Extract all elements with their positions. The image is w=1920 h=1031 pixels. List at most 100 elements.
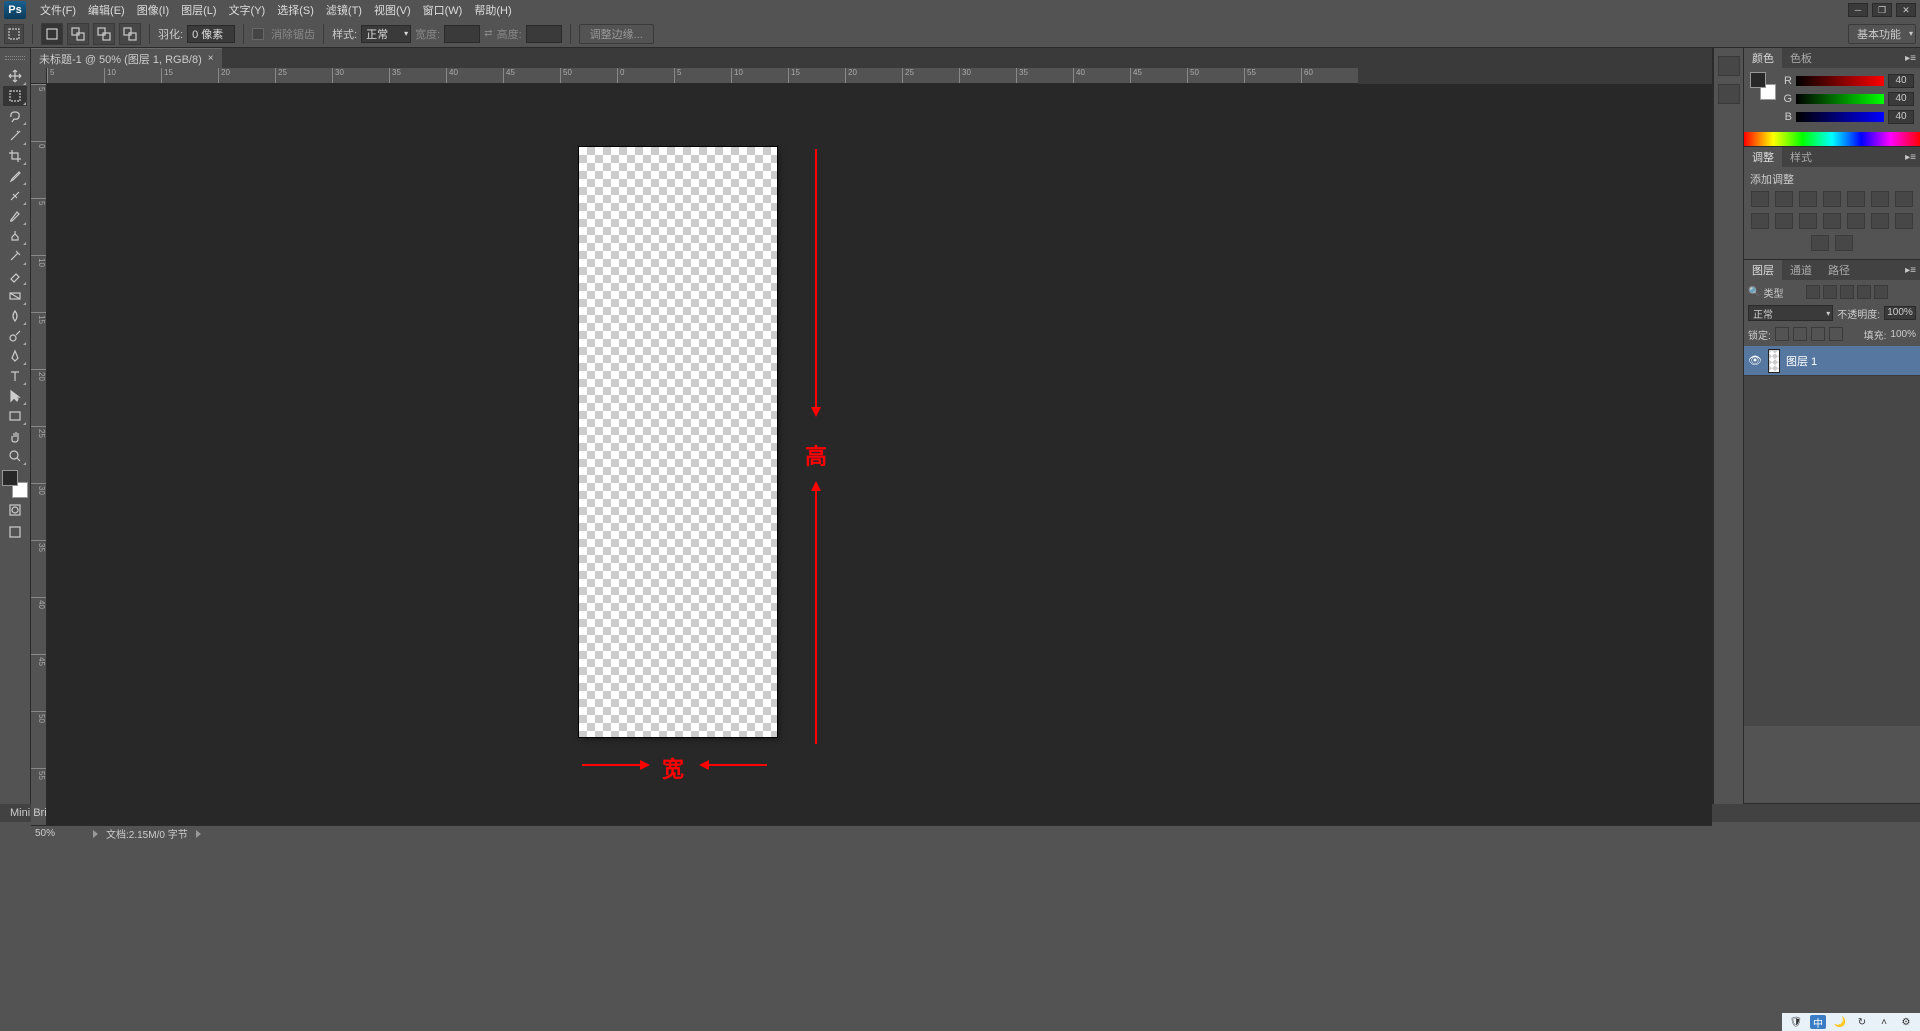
- tray-shield-icon[interactable]: 🛡: [1788, 1015, 1804, 1029]
- clone-stamp-tool[interactable]: [3, 226, 27, 246]
- move-tool[interactable]: [3, 66, 27, 86]
- layer-thumbnail[interactable]: [1768, 349, 1780, 373]
- adj-exposure-icon[interactable]: [1823, 191, 1841, 207]
- close-tab-icon[interactable]: ×: [208, 53, 214, 64]
- r-slider[interactable]: [1796, 76, 1884, 86]
- adj-bw-icon[interactable]: [1751, 213, 1769, 229]
- zoom-level[interactable]: 50%: [35, 828, 85, 839]
- menu-window[interactable]: 窗口(W): [417, 0, 469, 20]
- filter-pixel-icon[interactable]: [1806, 285, 1820, 299]
- horizontal-ruler[interactable]: 5101520253035404550051015202530354045505…: [47, 68, 1358, 84]
- adj-colorbalance-icon[interactable]: [1895, 191, 1913, 207]
- tray-chevron-icon[interactable]: ˄: [1876, 1015, 1892, 1029]
- canvas-viewport[interactable]: 高 宽: [47, 84, 1712, 825]
- tab-layers[interactable]: 图层: [1744, 260, 1782, 280]
- tab-color[interactable]: 颜色: [1744, 48, 1782, 68]
- style-dropdown[interactable]: 正常: [361, 25, 411, 43]
- lock-pixels-icon[interactable]: [1775, 327, 1789, 341]
- tab-styles[interactable]: 样式: [1782, 147, 1820, 167]
- quickmask-icon[interactable]: [3, 500, 27, 520]
- blur-tool[interactable]: [3, 306, 27, 326]
- adj-hue-icon[interactable]: [1871, 191, 1889, 207]
- rect-marquee-tool[interactable]: [3, 86, 27, 106]
- adj-threshold-icon[interactable]: [1895, 213, 1913, 229]
- path-selection-tool[interactable]: [3, 386, 27, 406]
- adj-gradientmap-icon[interactable]: [1811, 235, 1829, 251]
- adj-levels-icon[interactable]: [1775, 191, 1793, 207]
- close-button[interactable]: ✕: [1896, 3, 1916, 17]
- eyedropper-tool[interactable]: [3, 166, 27, 186]
- dodge-tool[interactable]: [3, 326, 27, 346]
- selection-add-icon[interactable]: [67, 23, 89, 45]
- g-slider[interactable]: [1796, 94, 1884, 104]
- panel-menu-icon[interactable]: ▸≡: [1901, 53, 1920, 64]
- visibility-icon[interactable]: 👁: [1748, 354, 1762, 367]
- tool-preset-icon[interactable]: [4, 24, 24, 44]
- workspace-selector[interactable]: 基本功能: [1848, 24, 1916, 44]
- hand-tool[interactable]: [3, 426, 27, 446]
- pen-tool[interactable]: [3, 346, 27, 366]
- opacity-value[interactable]: 100%: [1884, 306, 1916, 320]
- adj-curves-icon[interactable]: [1799, 191, 1817, 207]
- panel-grip[interactable]: [3, 54, 28, 62]
- adj-photofilter-icon[interactable]: [1775, 213, 1793, 229]
- filter-shape-icon[interactable]: [1857, 285, 1871, 299]
- menu-edit[interactable]: 编辑(E): [82, 0, 131, 20]
- vertical-ruler[interactable]: 50510152025303540455055: [31, 84, 47, 825]
- filter-kind-dropdown[interactable]: 类型: [1763, 285, 1803, 300]
- selection-subtract-icon[interactable]: [93, 23, 115, 45]
- menu-filter[interactable]: 滤镜(T): [320, 0, 368, 20]
- status-arrow-icon[interactable]: [93, 830, 98, 838]
- filter-smart-icon[interactable]: [1874, 285, 1888, 299]
- b-value[interactable]: 40: [1888, 110, 1914, 124]
- magic-wand-tool[interactable]: [3, 126, 27, 146]
- b-slider[interactable]: [1796, 112, 1884, 122]
- layer-item[interactable]: 👁 图层 1: [1744, 346, 1920, 376]
- adj-selectivecolor-icon[interactable]: [1835, 235, 1853, 251]
- menu-help[interactable]: 帮助(H): [468, 0, 517, 20]
- filter-type-icon[interactable]: [1840, 285, 1854, 299]
- menu-select[interactable]: 选择(S): [271, 0, 320, 20]
- feather-input[interactable]: 0 像素: [187, 25, 235, 43]
- canvas[interactable]: [579, 147, 777, 737]
- tray-moon-icon[interactable]: 🌙: [1832, 1015, 1848, 1029]
- filter-adjust-icon[interactable]: [1823, 285, 1837, 299]
- adj-posterize-icon[interactable]: [1871, 213, 1889, 229]
- layer-name[interactable]: 图层 1: [1786, 353, 1817, 369]
- adj-colorlookup-icon[interactable]: [1823, 213, 1841, 229]
- history-brush-tool[interactable]: [3, 246, 27, 266]
- menu-image[interactable]: 图像(I): [131, 0, 175, 20]
- r-value[interactable]: 40: [1888, 74, 1914, 88]
- tab-channels[interactable]: 通道: [1782, 260, 1820, 280]
- blend-mode-dropdown[interactable]: 正常: [1748, 305, 1833, 321]
- gradient-tool[interactable]: [3, 286, 27, 306]
- brush-tool[interactable]: [3, 206, 27, 226]
- lock-all-icon[interactable]: [1811, 327, 1825, 341]
- lock-position-icon[interactable]: [1793, 327, 1807, 341]
- rectangle-tool[interactable]: [3, 406, 27, 426]
- fill-value[interactable]: 100%: [1890, 329, 1916, 340]
- crop-tool[interactable]: [3, 146, 27, 166]
- maximize-button[interactable]: ❐: [1872, 3, 1892, 17]
- adj-invert-icon[interactable]: [1847, 213, 1865, 229]
- history-panel-icon[interactable]: [1718, 56, 1740, 76]
- screenmode-icon[interactable]: [3, 522, 27, 542]
- layer-list[interactable]: 👁 图层 1: [1744, 346, 1920, 726]
- adj-channelmixer-icon[interactable]: [1799, 213, 1817, 229]
- selection-intersect-icon[interactable]: [119, 23, 141, 45]
- zoom-tool[interactable]: [3, 446, 27, 466]
- foreground-background-color[interactable]: [2, 470, 28, 498]
- menu-view[interactable]: 视图(V): [368, 0, 417, 20]
- lock-nested-icon[interactable]: [1829, 327, 1843, 341]
- lasso-tool[interactable]: [3, 106, 27, 126]
- adj-brightness-icon[interactable]: [1751, 191, 1769, 207]
- healing-brush-tool[interactable]: [3, 186, 27, 206]
- menu-layer[interactable]: 图层(L): [175, 0, 222, 20]
- fg-swatch[interactable]: [1750, 72, 1766, 88]
- tab-paths[interactable]: 路径: [1820, 260, 1858, 280]
- panel-menu-icon[interactable]: ▸≡: [1901, 152, 1920, 163]
- color-spectrum[interactable]: [1744, 132, 1920, 146]
- document-tab[interactable]: 未标题-1 @ 50% (图层 1, RGB/8) ×: [31, 48, 222, 68]
- properties-panel-icon[interactable]: [1718, 84, 1740, 104]
- filter-search-icon[interactable]: 🔍: [1748, 287, 1760, 298]
